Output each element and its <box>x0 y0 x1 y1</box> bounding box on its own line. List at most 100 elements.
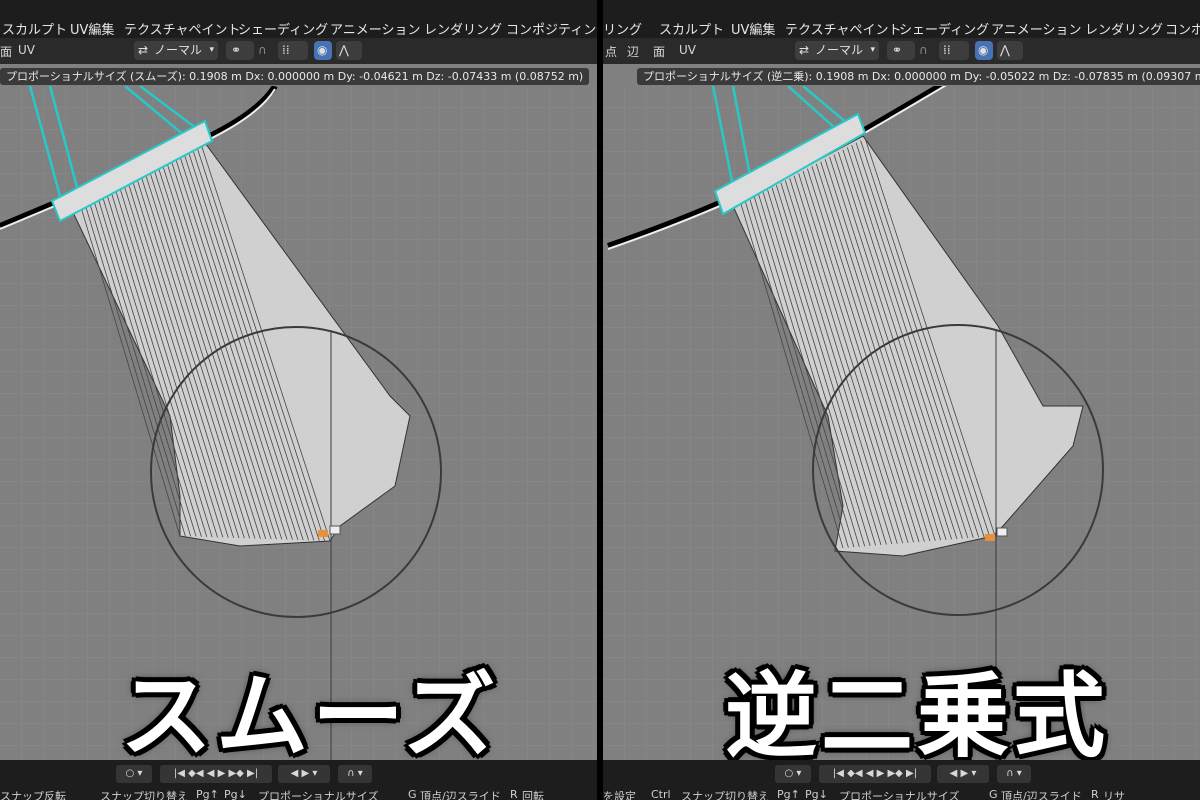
transform-orientation-icon: ⇄ <box>799 43 810 57</box>
hint-proportional-size: プロポーショナルサイズ <box>258 790 379 800</box>
falloff-dropdown[interactable]: ⋀ <box>997 41 1023 60</box>
falloff-curve-icon: ⋀ <box>339 43 349 57</box>
hint-vertex-slide: 頂点/辺スライド <box>420 790 501 800</box>
transform-status: プロポーショナルサイズ (逆二乗): 0.1908 m Dx: 0.000000… <box>637 68 1200 85</box>
tab-uv-editing[interactable]: UV編集 <box>70 19 114 38</box>
auto-key-icon: ∩ ▾ <box>1006 768 1022 779</box>
tab-texture-paint[interactable]: テクスチャペイント <box>124 19 240 38</box>
selected-vertex <box>318 530 328 537</box>
orientation-value: ノーマル <box>154 43 203 57</box>
tab-sculpt[interactable]: スカルプト <box>2 19 67 38</box>
hint-key-g: G <box>408 788 417 800</box>
chevron-down-icon: ▾ <box>209 45 214 55</box>
hint-reset: リサ <box>1103 790 1125 800</box>
orientation-dropdown[interactable]: ⇄ ノーマル ▾ <box>795 41 879 60</box>
playback-controls-icon: |◀ ◆◀ ◀ ▶ ▶◆ ▶| <box>832 768 918 779</box>
viewport-header: 点 辺 面 UV ⇄ ノーマル ▾ ⚭ ∩ ⁞⁞ ◉ ⋀ <box>603 38 1200 64</box>
hint-key-g: G <box>989 788 998 800</box>
tab-rendering[interactable]: レンダリング <box>424 19 502 38</box>
hint-snap-invert: スナップ反転 <box>0 790 66 800</box>
falloff-dropdown[interactable]: ⋀ <box>336 41 362 60</box>
keyframe-nav-icon: ◀ ▶ ▾ <box>290 768 318 779</box>
grid-dots-icon: ⁞⁞ <box>282 43 290 57</box>
playback-controls[interactable]: |◀ ◆◀ ◀ ▶ ▶◆ ▶| <box>819 765 931 783</box>
tab-compositing[interactable]: コンポ <box>1165 19 1200 38</box>
hint-proportional-size: プロポーショナルサイズ <box>839 790 960 800</box>
playback-controls-icon: |◀ ◆◀ ◀ ▶ ▶◆ ▶| <box>173 768 259 779</box>
uv-menu[interactable]: UV <box>679 43 696 57</box>
hint-snap-toggle: スナップ切り替え <box>681 790 769 800</box>
auto-key-button[interactable]: ∩ ▾ <box>997 765 1031 783</box>
hint-snap-toggle: スナップ切り替え <box>100 790 188 800</box>
proportional-edit-icon: ◉ <box>978 43 989 57</box>
chevron-down-icon: ▾ <box>870 45 875 55</box>
hint-key-r: R <box>510 788 518 800</box>
timeline-footer: ○ ▾ |◀ ◆◀ ◀ ▶ ▶◆ ▶| ◀ ▶ ▾ ∩ ▾ を設定 Ctrl ス… <box>603 760 1200 800</box>
magnet-icon: ∩ <box>258 43 267 57</box>
selected-vertex <box>985 534 995 541</box>
tab-rendering[interactable]: レンダリング <box>1085 19 1163 38</box>
snap-toggle[interactable]: ∩ <box>258 41 274 60</box>
magnet-icon: ∩ <box>919 43 928 57</box>
workspace-tabs: スカルプト UV編集 テクスチャペイント シェーディング アニメーション レンダ… <box>0 0 597 38</box>
snap-target-button[interactable]: ⁞⁞ <box>278 41 308 60</box>
uv-menu[interactable]: UV <box>18 43 35 57</box>
tab-shading[interactable]: シェーディング <box>899 19 989 38</box>
tab-shading[interactable]: シェーディング <box>238 19 328 38</box>
record-icon: ○ ▾ <box>125 768 143 779</box>
hint-set: を設定 <box>603 790 636 800</box>
hint-key-r: R <box>1091 788 1099 800</box>
tab-texture-paint[interactable]: テクスチャペイント <box>785 19 901 38</box>
face-select-menu[interactable]: 面 <box>0 43 12 60</box>
proportional-edit-toggle[interactable]: ◉ <box>975 41 993 60</box>
caption-falloff-type: 逆二乗式 <box>725 663 1110 770</box>
falloff-curve-icon: ⋀ <box>1000 43 1010 57</box>
viewport-panel-inverse-square: リング スカルプト UV編集 テクスチャペイント シェーディング アニメーション… <box>603 0 1200 800</box>
hint-key-pgdn: Pg↓ <box>224 788 247 800</box>
viewport-header: 面 UV ⇄ ノーマル ▾ ⚭ ∩ ⁞⁞ ◉ ⋀ <box>0 38 597 64</box>
keyframe-toggle[interactable]: ○ ▾ <box>775 765 811 783</box>
tab-animation[interactable]: アニメーション <box>330 19 420 38</box>
hint-key-pgup: Pg↑ <box>196 788 219 800</box>
transform-orientation-icon: ⇄ <box>138 43 149 57</box>
caption-falloff-type: スムーズ <box>120 663 500 770</box>
viewport-panel-smooth: スカルプト UV編集 テクスチャペイント シェーディング アニメーション レンダ… <box>0 0 597 800</box>
auto-key-button[interactable]: ∩ ▾ <box>338 765 372 783</box>
vertex-marker <box>329 525 341 535</box>
record-icon: ○ ▾ <box>784 768 802 779</box>
keyframe-nav-icon: ◀ ▶ ▾ <box>949 768 977 779</box>
face-select-menu[interactable]: 面 <box>653 43 665 60</box>
hint-key-ctrl: Ctrl <box>651 788 671 800</box>
pivot-button[interactable]: ⚭ <box>887 41 915 60</box>
snap-icon: ⚭ <box>231 43 242 57</box>
tab-rendering-partial[interactable]: リング <box>603 19 642 38</box>
playback-controls[interactable]: |◀ ◆◀ ◀ ▶ ▶◆ ▶| <box>160 765 272 783</box>
hint-key-pgup: Pg↑ <box>777 788 800 800</box>
orientation-value: ノーマル <box>815 43 864 57</box>
tab-uv-editing[interactable]: UV編集 <box>731 19 775 38</box>
pivot-button[interactable]: ⚭ <box>226 41 254 60</box>
tab-sculpt[interactable]: スカルプト <box>659 19 724 38</box>
tab-compositing[interactable]: コンポジティング <box>506 19 597 38</box>
hint-rotate: 回転 <box>522 790 544 800</box>
hint-vertex-slide: 頂点/辺スライド <box>1001 790 1082 800</box>
auto-key-icon: ∩ ▾ <box>347 768 363 779</box>
timeline-footer: ○ ▾ |◀ ◆◀ ◀ ▶ ▶◆ ▶| ◀ ▶ ▾ ∩ ▾ スナップ反転 スナッ… <box>0 760 597 800</box>
snap-target-button[interactable]: ⁞⁞ <box>939 41 969 60</box>
proportional-edit-toggle[interactable]: ◉ <box>314 41 332 60</box>
snap-icon: ⚭ <box>892 43 903 57</box>
tab-animation[interactable]: アニメーション <box>991 19 1081 38</box>
snap-toggle[interactable]: ∩ <box>919 41 935 60</box>
vertex-marker <box>996 527 1008 537</box>
vertex-select-menu[interactable]: 点 <box>605 43 617 60</box>
keyframe-toggle[interactable]: ○ ▾ <box>116 765 152 783</box>
proportional-edit-icon: ◉ <box>317 43 328 57</box>
keyframe-nav[interactable]: ◀ ▶ ▾ <box>937 765 989 783</box>
grid-dots-icon: ⁞⁞ <box>943 43 951 57</box>
workspace-tabs: リング スカルプト UV編集 テクスチャペイント シェーディング アニメーション… <box>603 0 1200 38</box>
edge-select-menu[interactable]: 辺 <box>627 43 639 60</box>
keyframe-nav[interactable]: ◀ ▶ ▾ <box>278 765 330 783</box>
orientation-dropdown[interactable]: ⇄ ノーマル ▾ <box>134 41 218 60</box>
transform-status: プロポーショナルサイズ (スムーズ): 0.1908 m Dx: 0.00000… <box>0 68 590 85</box>
hint-key-pgdn: Pg↓ <box>805 788 828 800</box>
